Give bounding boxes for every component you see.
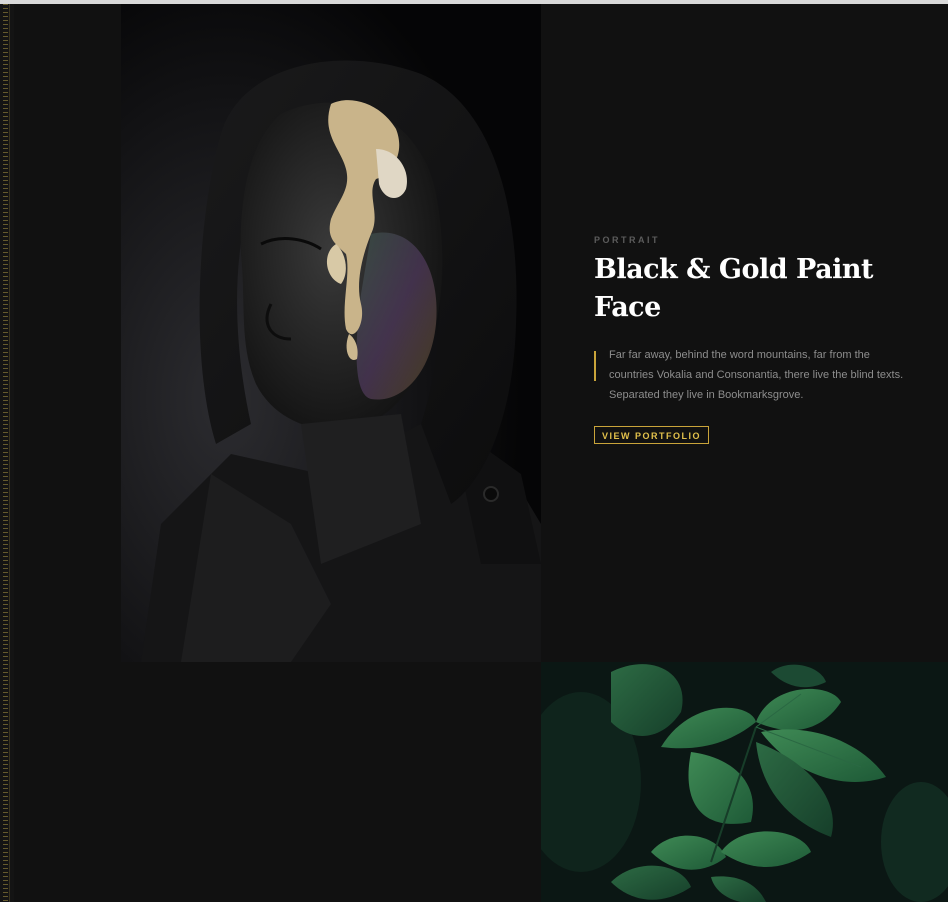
portrait-photo[interactable]: [121, 4, 541, 662]
view-portfolio-button[interactable]: VIEW PORTFOLIO: [594, 426, 709, 444]
empty-dark-panel: [14, 662, 541, 902]
project-title: Black & Gold Paint Face: [594, 254, 873, 323]
quote-accent-bar: [594, 351, 596, 381]
project-info-panel: [541, 4, 948, 662]
category-label: PORTRAIT: [594, 235, 660, 245]
leaves-photo[interactable]: [541, 662, 948, 902]
rail-divider: [9, 4, 10, 902]
project-description: Far far away, behind the word mountains,…: [609, 349, 904, 401]
ruler-ticks-icon: [3, 4, 8, 902]
